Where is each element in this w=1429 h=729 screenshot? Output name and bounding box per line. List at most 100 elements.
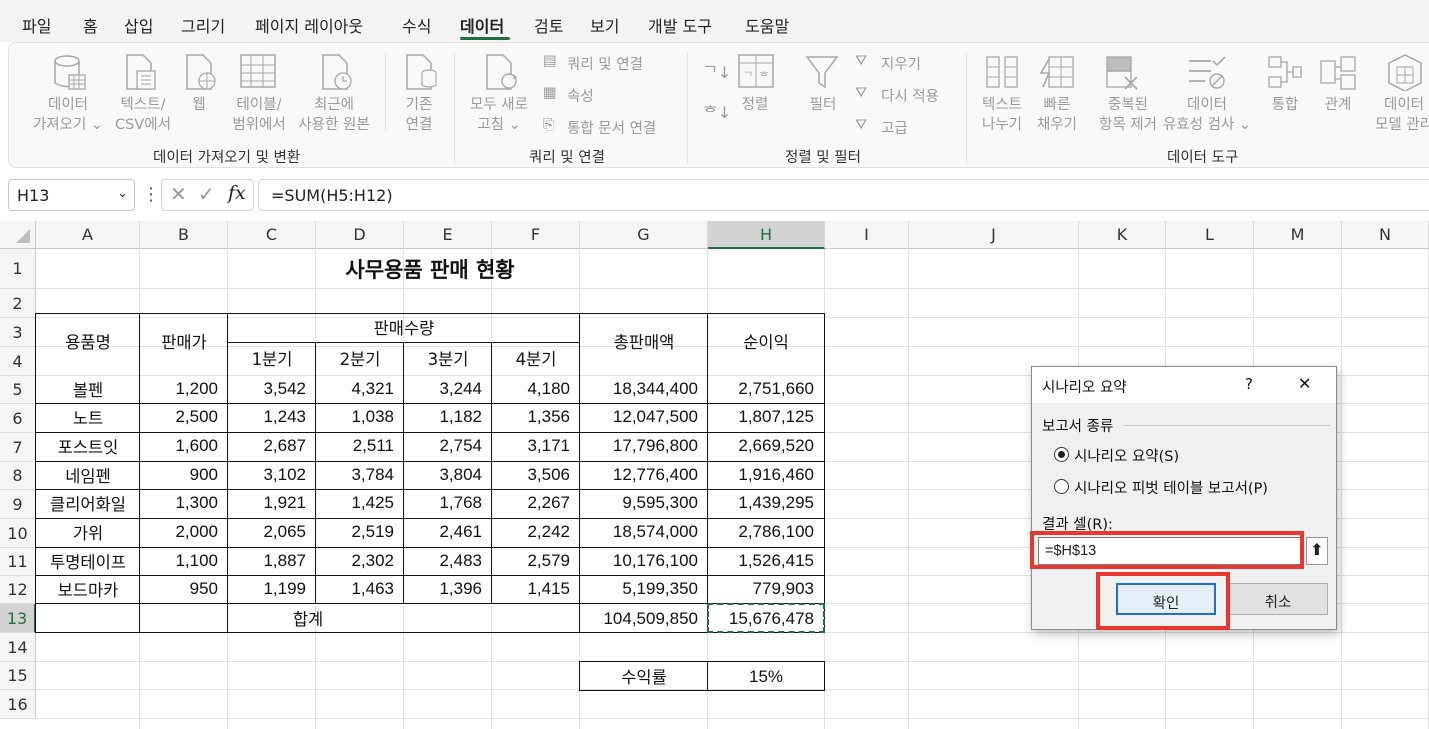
data-cell[interactable]: 1,415 (492, 579, 570, 599)
column-header-j[interactable]: J (909, 221, 1079, 249)
row-header-14[interactable]: 14 (0, 633, 36, 662)
header-total-sales[interactable]: 총판매액 (580, 329, 708, 353)
tab-developer[interactable]: 개발 도구 (648, 13, 712, 37)
sort-descending-icon[interactable]: ᄒ↓ (703, 99, 731, 123)
remove-duplicates-button[interactable]: 중복된 항목 제거 (1089, 95, 1167, 135)
existing-connections-button[interactable]: 기존 연결 (395, 95, 443, 135)
data-cell[interactable]: 18,344,400 (580, 379, 698, 399)
data-cell[interactable]: 2,302 (316, 551, 394, 571)
column-header-b[interactable]: B (140, 221, 228, 249)
help-icon[interactable]: ? (1245, 375, 1253, 393)
enter-icon[interactable]: ✓ (198, 182, 215, 206)
data-cell[interactable]: 5,199,350 (580, 579, 698, 599)
data-cell[interactable]: 클리어화일 (36, 491, 140, 515)
row-header-3[interactable]: 3 (0, 318, 36, 347)
data-cell[interactable]: 1,463 (316, 579, 394, 599)
header-q2[interactable]: 2분기 (316, 346, 404, 370)
name-box[interactable]: H13 ⌄ (8, 179, 135, 211)
row-header-1[interactable]: 1 (0, 249, 36, 289)
cancel-button[interactable]: 취소 (1228, 583, 1328, 615)
cancel-icon[interactable]: ✕ (170, 182, 187, 206)
data-cell[interactable]: 1,921 (228, 493, 306, 513)
total-sales-cell[interactable]: 104,509,850 (580, 609, 698, 629)
consolidate-button[interactable]: 통합 (1267, 95, 1303, 115)
from-web-button[interactable]: 웹 (183, 95, 215, 115)
data-cell[interactable]: 779,903 (708, 579, 814, 599)
data-cell[interactable]: 9,595,300 (580, 493, 698, 513)
data-cell[interactable]: 2,500 (140, 407, 218, 427)
tab-draw[interactable]: 그리기 (181, 13, 225, 37)
formula-input[interactable]: =SUM(H5:H12) (258, 179, 1429, 211)
row-header-5[interactable]: 5 (0, 376, 36, 404)
data-validation-button[interactable]: 데이터 유효성 검사 ⌄ (1157, 95, 1257, 135)
column-header-e[interactable]: E (404, 221, 492, 249)
column-header-f[interactable]: F (492, 221, 580, 249)
data-cell[interactable]: 3,542 (228, 379, 306, 399)
data-cell[interactable]: 2,000 (140, 522, 218, 542)
data-cell[interactable]: 투명테이프 (36, 549, 140, 573)
row-header-6[interactable]: 6 (0, 404, 36, 433)
data-cell[interactable]: 1,396 (404, 579, 482, 599)
option-scenario-summary[interactable]: 시나리오 요약(S) (1074, 445, 1179, 466)
data-cell[interactable]: 12,047,500 (580, 407, 698, 427)
tab-view[interactable]: 보기 (590, 13, 619, 37)
tab-formulas[interactable]: 수식 (402, 13, 431, 37)
from-text-csv-button[interactable]: 텍스트/CSV에서 (109, 95, 177, 135)
data-cell[interactable]: 2,461 (404, 522, 482, 542)
flash-fill-button[interactable]: 빠른 채우기 (1031, 95, 1083, 135)
column-header-g[interactable]: G (580, 221, 708, 249)
radio-scenario-summary[interactable] (1054, 447, 1069, 462)
data-cell[interactable]: 네임펜 (36, 463, 140, 487)
data-cell[interactable]: 2,786,100 (708, 522, 814, 542)
data-cell[interactable]: 3,102 (228, 465, 306, 485)
data-cell[interactable]: 노트 (36, 405, 140, 429)
data-cell[interactable]: 1,439,295 (708, 493, 814, 513)
header-q1[interactable]: 1분기 (228, 346, 316, 370)
sheet-title[interactable]: 사무용품 판매 현황 (36, 254, 824, 284)
row-header-15[interactable]: 15 (0, 662, 36, 690)
manage-data-model-button[interactable]: 데이터 모델 관리 (1369, 95, 1429, 135)
data-cell[interactable]: 1,600 (140, 436, 218, 456)
header-item-name[interactable]: 용품명 (36, 329, 140, 353)
data-cell[interactable]: 3,244 (404, 379, 482, 399)
data-cell[interactable]: 가위 (36, 520, 140, 544)
margin-label[interactable]: 수익률 (580, 664, 708, 688)
tab-help[interactable]: 도움말 (745, 13, 789, 37)
reapply-button[interactable]: 다시 적용 (881, 85, 939, 106)
option-pivot-report[interactable]: 시나리오 피벗 테이블 보고서(P) (1074, 477, 1268, 498)
properties-button[interactable]: 속성 (567, 85, 594, 106)
row-header-7[interactable]: 7 (0, 433, 36, 462)
row-header-2[interactable]: 2 (0, 289, 36, 318)
refresh-all-button[interactable]: 모두 새로 고침 ⌄ (463, 95, 535, 135)
close-icon[interactable]: ✕ (1298, 374, 1311, 393)
data-cell[interactable]: 12,776,400 (580, 465, 698, 485)
chevron-down-icon[interactable]: ⌄ (117, 186, 128, 201)
text-to-columns-button[interactable]: 텍스트 나누기 (973, 95, 1031, 135)
data-cell[interactable]: 1,768 (404, 493, 482, 513)
data-cell[interactable]: 1,038 (316, 407, 394, 427)
sort-button[interactable]: 정렬 (735, 95, 775, 115)
data-cell[interactable]: 3,171 (492, 436, 570, 456)
data-cell[interactable]: 1,916,460 (708, 465, 814, 485)
tab-insert[interactable]: 삽입 (124, 13, 153, 37)
data-cell[interactable]: 2,754 (404, 436, 482, 456)
data-cell[interactable]: 2,267 (492, 493, 570, 513)
radio-pivot-report[interactable] (1054, 479, 1069, 494)
data-cell[interactable]: 1,300 (140, 493, 218, 513)
header-quantity[interactable]: 판매수량 (228, 315, 580, 339)
data-cell[interactable]: 1,887 (228, 551, 306, 571)
data-cell[interactable]: 10,176,100 (580, 551, 698, 571)
selected-cell-h13[interactable] (707, 603, 825, 633)
tab-home[interactable]: 홈 (83, 13, 98, 37)
tab-review[interactable]: 검토 (534, 13, 563, 37)
tab-page-layout[interactable]: 페이지 레이아웃 (255, 13, 363, 37)
data-cell[interactable]: 1,100 (140, 551, 218, 571)
data-cell[interactable]: 4,321 (316, 379, 394, 399)
row-header-13[interactable]: 13 (0, 604, 36, 633)
column-header-k[interactable]: K (1079, 221, 1166, 249)
data-cell[interactable]: 2,669,520 (708, 436, 814, 456)
tab-data[interactable]: 데이터 (460, 13, 504, 37)
header-q3[interactable]: 3분기 (404, 346, 492, 370)
data-cell[interactable]: 포스트잇 (36, 434, 140, 458)
column-header-a[interactable]: A (36, 221, 140, 249)
